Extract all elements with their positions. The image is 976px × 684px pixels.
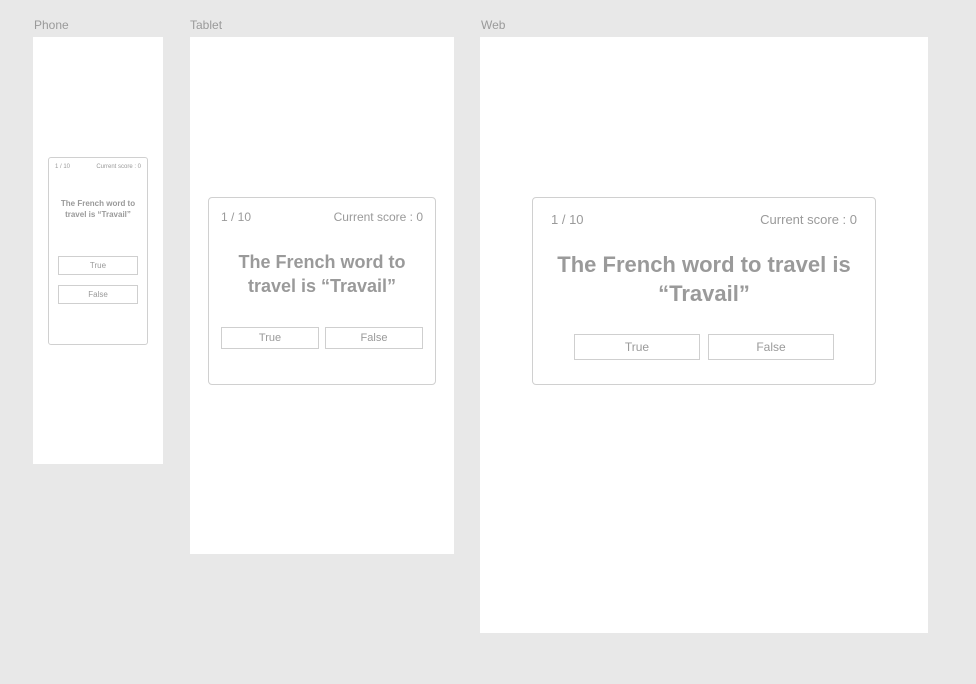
tablet-frame: 1 / 10 Current score : 0 The French word…	[190, 37, 454, 554]
question-text: The French word to travel is “Travail”	[59, 198, 137, 220]
frame-label-tablet: Tablet	[190, 18, 222, 32]
progress-counter: 1 / 10	[551, 212, 584, 227]
true-button[interactable]: True	[574, 334, 700, 360]
quiz-card-phone: 1 / 10 Current score : 0 The French word…	[48, 157, 148, 345]
phone-frame: 1 / 10 Current score : 0 The French word…	[33, 37, 163, 464]
false-button[interactable]: False	[708, 334, 834, 360]
true-button[interactable]: True	[221, 327, 319, 349]
score-label: Current score : 0	[334, 210, 423, 224]
progress-counter: 1 / 10	[221, 210, 251, 224]
score-label: Current score : 0	[760, 212, 857, 227]
progress-counter: 1 / 10	[55, 164, 70, 170]
false-button[interactable]: False	[325, 327, 423, 349]
quiz-card-tablet: 1 / 10 Current score : 0 The French word…	[208, 197, 436, 385]
true-button[interactable]: True	[58, 256, 138, 275]
question-text: The French word to travel is “Travail”	[223, 250, 421, 299]
false-button[interactable]: False	[58, 285, 138, 304]
frame-label-phone: Phone	[34, 18, 69, 32]
question-text: The French word to travel is “Travail”	[557, 251, 851, 308]
web-frame: 1 / 10 Current score : 0 The French word…	[480, 37, 928, 633]
score-label: Current score : 0	[96, 164, 141, 170]
frame-label-web: Web	[481, 18, 505, 32]
quiz-card-web: 1 / 10 Current score : 0 The French word…	[532, 197, 876, 385]
